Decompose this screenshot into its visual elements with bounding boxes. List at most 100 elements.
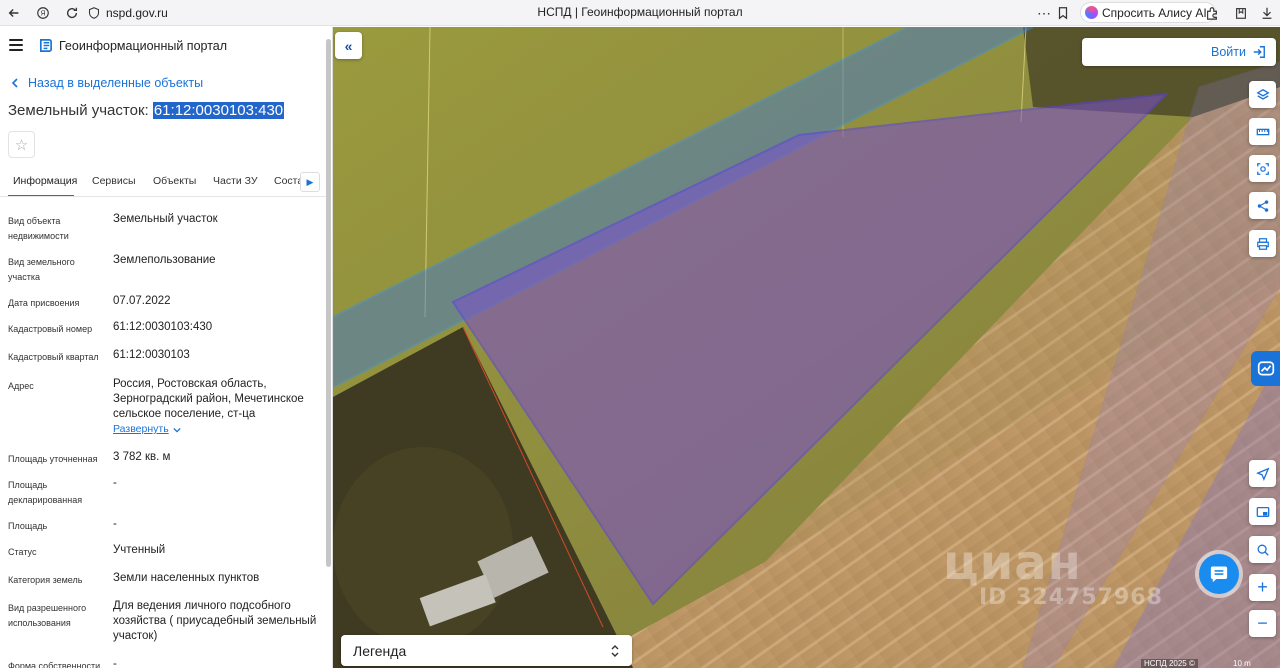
browser-back-icon[interactable] [4,3,24,23]
login-label: Войти [1211,45,1246,59]
shield-icon [88,7,100,19]
back-to-selected-link[interactable]: Назад в выделенные объекты [10,76,203,90]
tab-composition[interactable]: Соста [274,175,303,187]
detail-label: Площадь декларированная [8,480,83,505]
feedback-icon [1257,360,1274,375]
detail-value: Учтенный [113,544,166,556]
detail-row: Площадь декларированная - [8,477,318,508]
portal-logo-icon [39,39,52,52]
tabs-scroll-right-icon[interactable]: ▶ [300,172,320,192]
info-tabs: Информация Сервисы Объекты Части ЗУ Сост… [0,167,326,197]
minimap-button[interactable] [1249,498,1276,525]
detail-label: Форма собственности [8,661,101,668]
detail-row: Площадь уточненная 3 782 кв. м [8,451,318,468]
chat-icon [1210,566,1228,583]
side-panel-tab[interactable] [1251,351,1280,386]
alice-label: Спросить Алису AI [1102,5,1207,20]
page-title: Земельный участок: 61:12:0030103:430 [8,102,285,119]
alice-button[interactable]: Спросить Алису AI [1080,2,1216,23]
share-button[interactable] [1249,192,1276,219]
detail-label: Кадастровый номер [8,324,93,334]
watermark-brand: циан [943,535,1082,591]
ruler-button[interactable] [1249,118,1276,145]
address-bar[interactable]: nspd.gov.ru [88,3,168,23]
detail-label: Дата присвоения [8,298,80,308]
title-prefix: Земельный участок: [8,102,153,119]
tab-services[interactable]: Сервисы [92,175,136,187]
more-icon[interactable]: ⋯ [1034,3,1054,23]
detail-label: Площадь [8,521,48,531]
reader-icon[interactable]: Я [33,3,53,23]
ruler-icon [1256,128,1269,135]
chevron-left-icon [11,78,18,88]
tab-information[interactable]: Информация [13,175,77,187]
detail-row: Кадастровый номер 61:12:0030103:430 [8,321,318,338]
detail-value: Россия, Ростовская область, Зерноградски… [113,378,304,420]
print-icon [1256,237,1269,250]
expand-label: Развернуть [113,423,169,435]
detail-row: Вид земельного участка Землепользование [8,254,318,285]
detail-label: Площадь уточненная [8,454,98,464]
detail-label: Категория земель [8,575,83,585]
login-button[interactable]: Войти [1082,38,1276,66]
share-icon [1257,199,1268,212]
address-value: Россия, Ростовская область, Зерноградски… [113,377,318,437]
refresh-icon[interactable] [62,3,82,23]
tab-parts[interactable]: Части ЗУ [213,175,258,187]
legend-label: Легенда [353,642,407,659]
select-area-icon [1256,162,1269,175]
layers-icon [1255,88,1270,100]
chevron-down-icon [173,427,181,433]
detail-value: - [113,658,117,668]
detail-value: Землепользование [113,254,216,266]
select-area-button[interactable] [1249,155,1276,182]
locate-button[interactable] [1249,460,1276,487]
menu-icon[interactable] [9,39,23,51]
search-location-icon [1257,544,1269,556]
tab-objects[interactable]: Объекты [153,175,196,187]
detail-row: Вид разрешенного использования Для веден… [8,600,318,649]
detail-row: Статус Учтенный [8,544,318,561]
sort-arrows-icon [611,644,619,657]
detail-value: - [113,477,117,489]
cadastral-number-highlight: 61:12:0030103:430 [152,102,285,119]
watermark: циан ID 324757968 [943,535,1163,610]
detail-row: Категория земель Земли населенных пункто… [8,572,318,589]
detail-value: Земельный участок [113,213,218,225]
layers-button[interactable] [1249,81,1276,108]
app-header: Геоинформационный портал [0,27,326,65]
extensions-icon[interactable] [1202,3,1222,23]
download-icon[interactable] [1257,3,1277,23]
detail-value: Для ведения личного подсобного хозяйства… [113,600,317,642]
tab-title: НСПД | Геоинформационный портал [537,5,743,19]
detail-row: Дата присвоения 07.07.2022 [8,295,318,312]
info-panel: Геоинформационный портал Назад в выделен… [0,27,333,668]
portal-title: Геоинформационный портал [59,39,228,53]
browser-toolbar: Я nspd.gov.ru НСПД | Геоинформационный п… [0,0,1280,26]
zoom-out-button[interactable]: − [1249,610,1276,637]
chat-button[interactable] [1199,554,1239,594]
favorite-star-icon[interactable]: ☆ [8,131,35,158]
watermark-id: ID 324757968 [979,585,1163,610]
svg-text:Я: Я [40,11,45,18]
legend-select[interactable]: Легенда [341,635,632,666]
login-icon [1253,46,1265,58]
map-view[interactable]: « Войти + − циан ID 324757968 Легенда НС… [333,27,1280,668]
expand-address-link[interactable]: Развернуть [113,422,181,437]
collections-icon[interactable] [1231,3,1251,23]
detail-value: Земли населенных пунктов [113,572,260,584]
print-button[interactable] [1249,230,1276,257]
back-link-label: Назад в выделенные объекты [28,76,204,90]
bookmark-icon[interactable] [1053,3,1073,23]
panel-scrollbar-thumb[interactable] [326,39,331,567]
search-location-button[interactable] [1249,536,1276,563]
detail-row: Адрес Россия, Ростовская область, Зерног… [8,377,318,439]
navigation-icon [1255,467,1269,481]
detail-row: Кадастровый квартал 61:12:0030103 [8,349,318,366]
zoom-in-button[interactable]: + [1249,574,1276,601]
detail-value: 61:12:0030103:430 [113,321,213,333]
collapse-panel-icon[interactable]: « [335,32,362,59]
detail-row: Форма собственности - [8,658,318,668]
detail-label: Вид объекта недвижимости [8,216,69,241]
minus-icon: − [1257,613,1268,633]
